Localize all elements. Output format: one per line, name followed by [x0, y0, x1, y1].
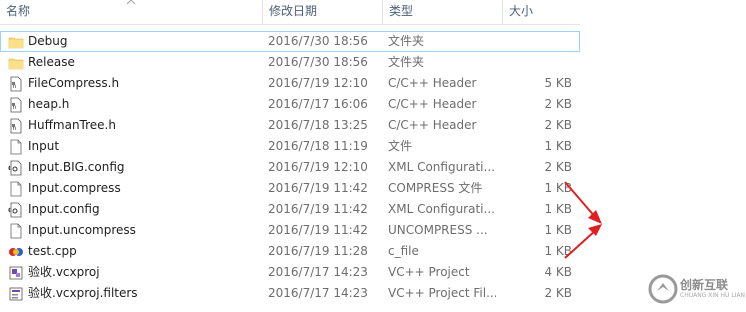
file-row[interactable]: 验收.vcxproj.filters 2016/7/17 14:23 VC++ Pr…: [0, 283, 580, 304]
column-header-date[interactable]: 修改日期: [262, 0, 382, 24]
file-row[interactable]: 验收.vcxproj 2016/7/17 14:23 VC++ Project 4 K…: [0, 262, 580, 283]
file-explorer: 名称 修改日期 类型 大小 Debug 2016/7/30 18:56 文件夹 Rel…: [0, 0, 746, 312]
file-type: C/C++ Header: [388, 97, 477, 111]
file-row[interactable]: h FileCompress.h 2016/7/19 12:10 C/C++ Head…: [0, 73, 580, 94]
watermark-text: 创新互联: [680, 278, 729, 292]
folder-icon: [8, 34, 24, 50]
file-modified-date: 2016/7/18 13:25: [268, 118, 368, 132]
logo-icon: [648, 274, 678, 304]
file-modified-date: 2016/7/17 14:23: [268, 265, 368, 279]
column-header-type[interactable]: 类型: [382, 0, 502, 24]
file-modified-date: 2016/7/19 11:42: [268, 202, 368, 216]
file-type: C/C++ Header: [388, 76, 477, 90]
file-row[interactable]: h heap.h 2016/7/17 16:06 C/C++ Header 2 KB: [0, 94, 580, 115]
file-name: Input.uncompress: [28, 223, 136, 237]
file-name: Input.BIG.config: [28, 160, 125, 174]
file-row[interactable]: h HuffmanTree.h 2016/7/18 13:25 C/C++ Heade…: [0, 115, 580, 136]
column-header-size[interactable]: 大小: [502, 0, 580, 24]
file-name: FileCompress.h: [28, 76, 120, 90]
header-file-icon: h: [8, 97, 24, 113]
file-modified-date: 2016/7/30 18:56: [268, 34, 368, 48]
header-file-icon: h: [8, 76, 24, 92]
file-size: 2 KB: [544, 160, 572, 174]
file-size: 2 KB: [544, 97, 572, 111]
config-file-icon: [8, 160, 24, 176]
file-row[interactable]: Debug 2016/7/30 18:56 文件夹: [0, 31, 580, 52]
file-type: XML Configurati...: [388, 202, 495, 216]
blank-file-icon: [8, 223, 24, 239]
cpp-file-icon: [8, 244, 24, 260]
file-row[interactable]: Input.uncompress 2016/7/19 11:42 UNCOMPRES…: [0, 220, 580, 241]
file-size: 5 KB: [544, 76, 572, 90]
file-type: UNCOMPRESS ...: [388, 223, 488, 237]
file-size: 1 KB: [544, 139, 572, 153]
file-type: 文件夹: [388, 55, 425, 69]
file-list: Debug 2016/7/30 18:56 文件夹 Release 2016/7/30 …: [0, 31, 580, 304]
annotation-arrows-icon: [564, 181, 602, 259]
file-type: VC++ Project Fil...: [388, 286, 496, 300]
file-name: 验收.vcxproj: [28, 265, 100, 279]
file-row[interactable]: Input 2016/7/18 11:19 文件 1 KB: [0, 136, 580, 157]
file-modified-date: 2016/7/19 11:28: [268, 244, 368, 258]
file-name: Input.config: [28, 202, 100, 216]
file-modified-date: 2016/7/17 16:06: [268, 97, 368, 111]
watermark-subtext: CHUANG XIN HU LIAN: [680, 292, 746, 299]
file-name: Input: [28, 139, 60, 153]
file-size: 2 KB: [544, 286, 572, 300]
header-file-icon: h: [8, 118, 24, 134]
file-type: XML Configurati...: [388, 160, 495, 174]
folder-icon: [8, 55, 24, 71]
file-row[interactable]: test.cpp 2016/7/19 11:28 c_file 1 KB: [0, 241, 580, 262]
file-modified-date: 2016/7/18 11:19: [268, 139, 368, 153]
filters-file-icon: [8, 286, 24, 302]
file-type: COMPRESS 文件: [388, 181, 483, 195]
file-type: 文件: [388, 139, 413, 153]
blank-file-icon: [8, 139, 24, 155]
file-name: HuffmanTree.h: [28, 118, 116, 132]
file-row[interactable]: Release 2016/7/30 18:56 文件夹: [0, 52, 580, 73]
blank-file-icon: [8, 181, 24, 197]
file-type: c_file: [388, 244, 419, 258]
file-type: VC++ Project: [388, 265, 470, 279]
file-modified-date: 2016/7/17 14:23: [268, 286, 368, 300]
file-modified-date: 2016/7/19 12:10: [268, 76, 368, 90]
watermark-logo: 创新互联 CHUANG XIN HU LIAN: [648, 268, 746, 312]
file-name: heap.h: [28, 97, 70, 111]
file-row[interactable]: Input.config 2016/7/19 11:42 XML Configura…: [0, 199, 580, 220]
config-file-icon: [8, 202, 24, 218]
file-name: test.cpp: [28, 244, 77, 258]
file-name: Input.compress: [28, 181, 121, 195]
file-name: Debug: [28, 34, 68, 48]
vcxproj-file-icon: [8, 265, 24, 281]
file-modified-date: 2016/7/19 11:42: [268, 223, 368, 237]
file-modified-date: 2016/7/30 18:56: [268, 55, 368, 69]
file-name: 验收.vcxproj.filters: [28, 286, 138, 300]
file-name: Release: [28, 55, 75, 69]
file-modified-date: 2016/7/19 12:10: [268, 160, 368, 174]
file-row[interactable]: Input.BIG.config 2016/7/19 12:10 XML Confi…: [0, 157, 580, 178]
file-type: C/C++ Header: [388, 118, 477, 132]
column-header-bar: 名称 修改日期 类型 大小: [0, 0, 580, 25]
file-size: 2 KB: [544, 118, 572, 132]
column-header-name[interactable]: 名称: [0, 0, 262, 24]
file-modified-date: 2016/7/19 11:42: [268, 181, 368, 195]
file-row[interactable]: Input.compress 2016/7/19 11:42 COMPRESS 文件…: [0, 178, 580, 199]
file-type: 文件夹: [388, 34, 425, 48]
